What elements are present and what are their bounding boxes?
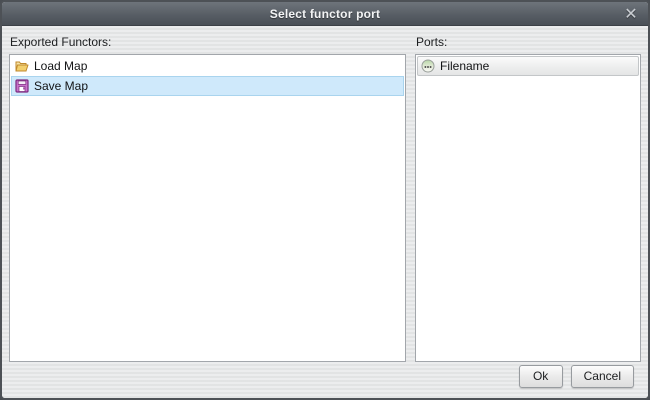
dialog-titlebar[interactable]: Select functor port ✕ [2,2,648,26]
port-value-icon [421,59,435,73]
dialog-footer: Ok Cancel [9,362,641,398]
exported-functors-label: Exported Functors: [9,32,406,54]
list-item-filename[interactable]: Filename [417,56,639,76]
ok-button[interactable]: Ok [519,365,563,388]
list-item-label: Load Map [34,59,87,73]
list-item-label: Filename [440,59,489,73]
ports-list[interactable]: Filename [415,54,641,362]
dialog-body: Exported Functors: Load Map [2,26,648,398]
ports-label: Ports: [415,32,641,54]
dialog-title: Select functor port [2,7,648,21]
folder-open-icon [15,59,29,73]
ports-panel: Ports: [415,32,641,362]
list-item-label: Save Map [34,79,88,93]
list-item-load-map[interactable]: Load Map [11,56,404,76]
floppy-disk-icon [15,79,29,93]
exported-functors-panel: Exported Functors: Load Map [9,32,406,362]
list-item-save-map[interactable]: Save Map [11,76,404,96]
select-functor-port-dialog: Select functor port ✕ Exported Functors:… [0,0,650,400]
exported-functors-list[interactable]: Load Map Save Map [9,54,406,362]
cancel-button[interactable]: Cancel [571,365,634,388]
panels-container: Exported Functors: Load Map [9,32,641,362]
close-icon[interactable]: ✕ [620,3,642,25]
